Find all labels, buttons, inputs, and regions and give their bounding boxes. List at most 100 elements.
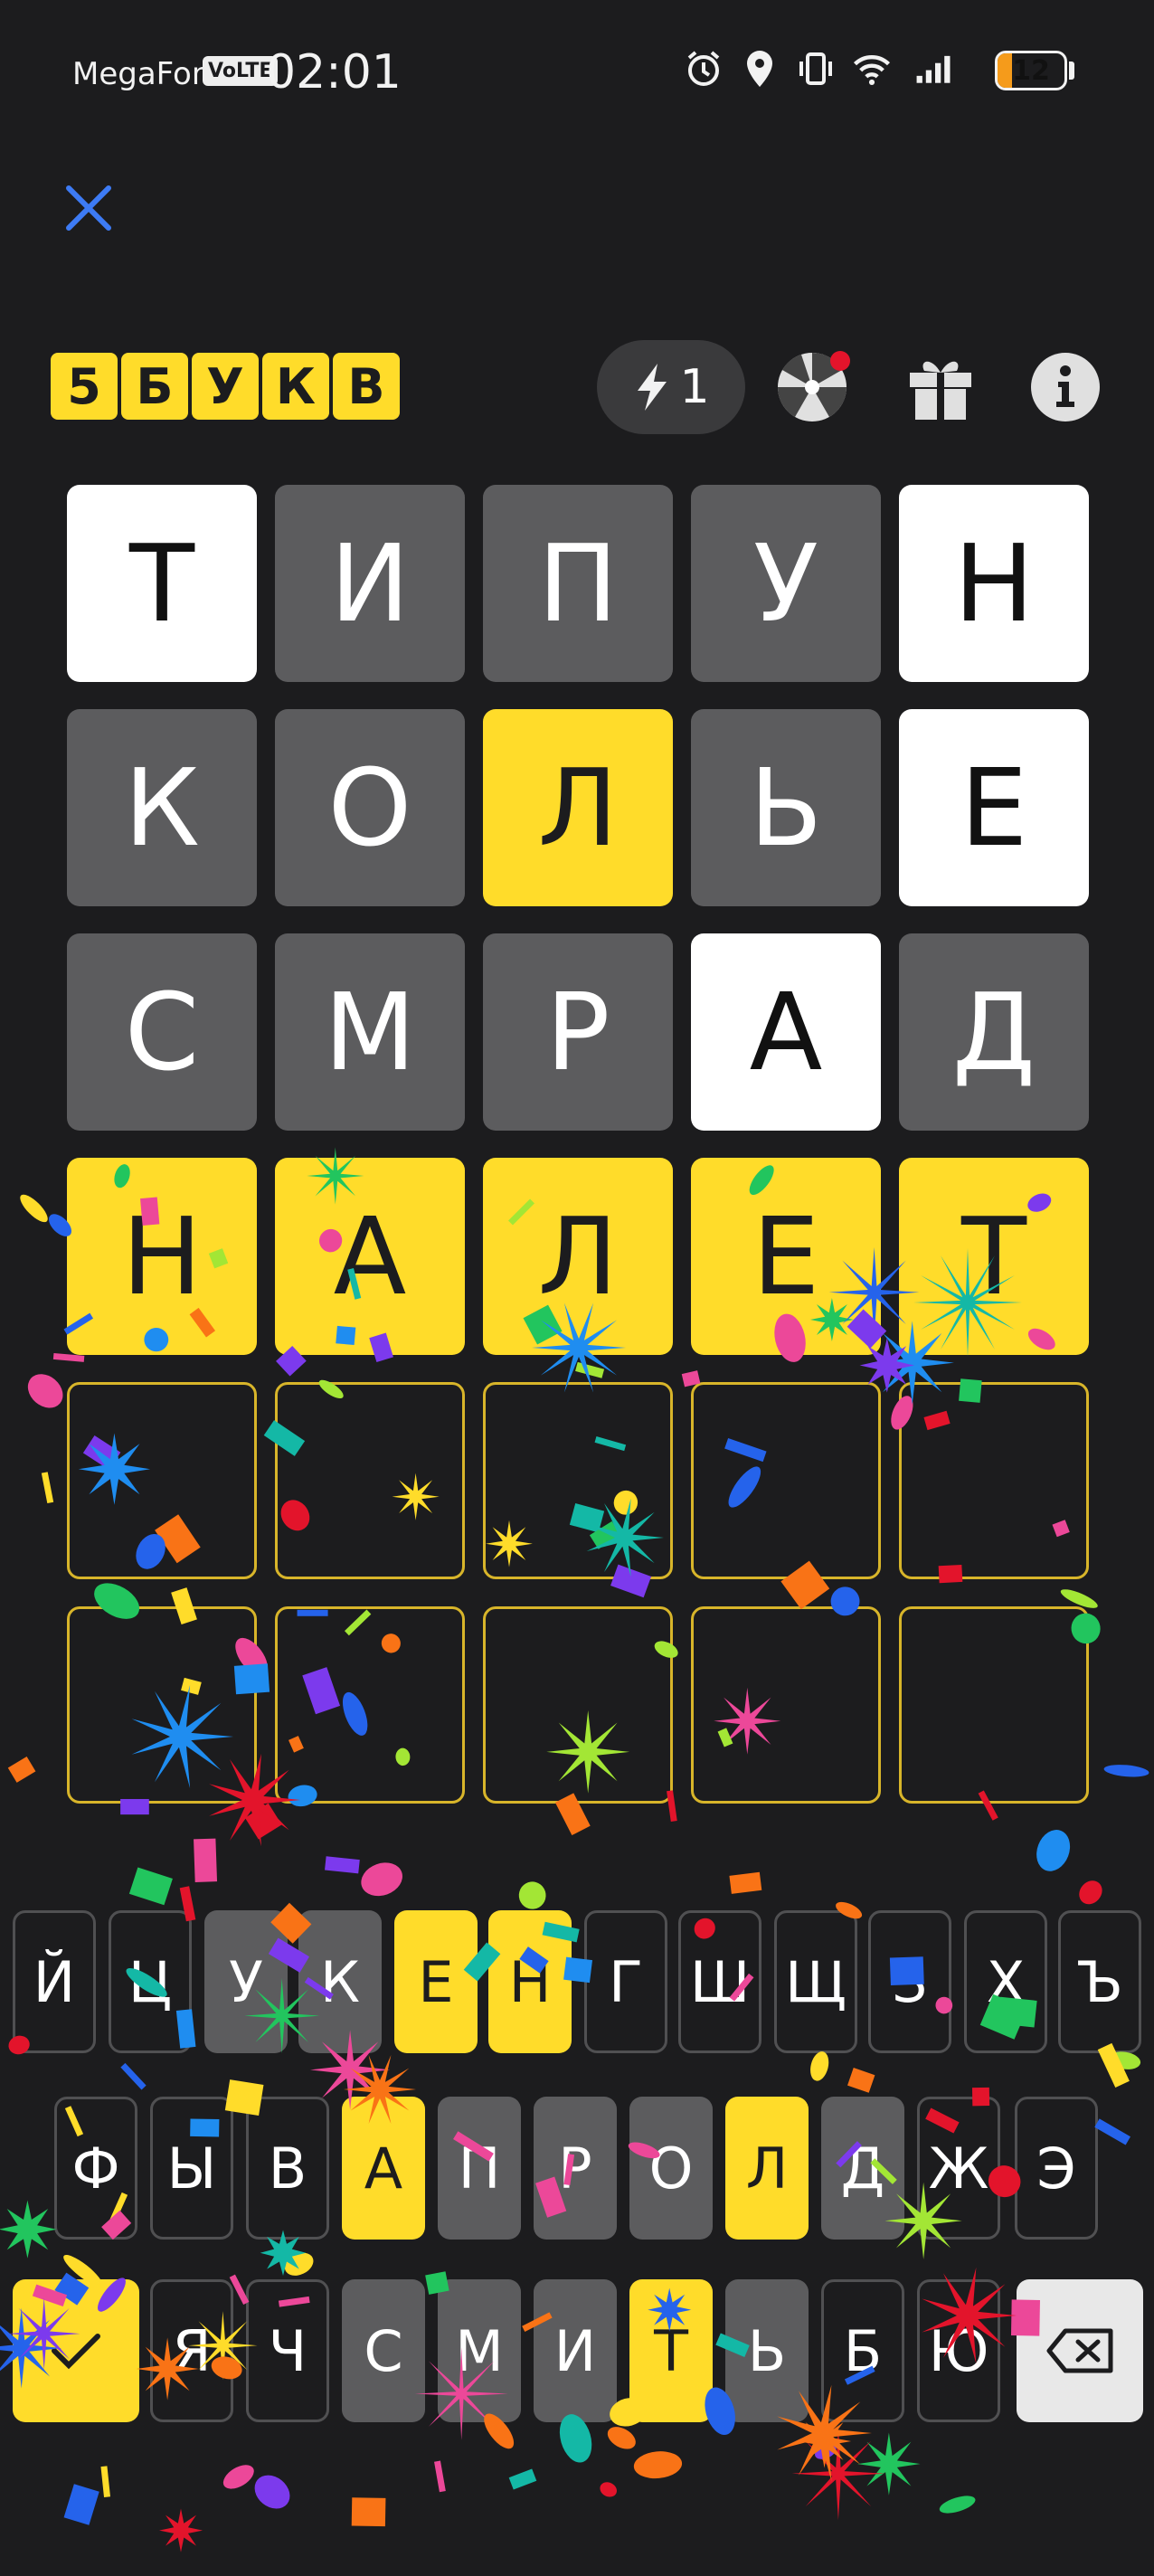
key-щ[interactable]: Щ [774, 1910, 857, 2053]
confetti-piece [1079, 1880, 1102, 1905]
confetti-piece [41, 1472, 54, 1504]
hints-count: 1 [679, 360, 710, 414]
board-cell: К [67, 709, 257, 906]
confetti-piece [222, 2465, 254, 2489]
signal-icon [915, 49, 955, 89]
confetti-piece [27, 1374, 63, 1408]
board-cell: Ь [691, 709, 881, 906]
close-button[interactable] [61, 181, 116, 235]
info-icon [1031, 353, 1100, 421]
location-icon [740, 49, 780, 89]
confetti-piece [847, 2068, 875, 2093]
key-с[interactable]: С [342, 2279, 425, 2422]
key-т[interactable]: Т [629, 2279, 713, 2422]
confetti-piece [63, 2484, 99, 2525]
key-в[interactable]: В [246, 2097, 329, 2240]
board-cell [67, 1382, 257, 1579]
check-icon [52, 2334, 100, 2370]
confetti-piece [254, 2475, 290, 2509]
key-ч[interactable]: Ч [246, 2279, 329, 2422]
battery-indicator: 12 [995, 51, 1067, 90]
board-cell: Т [899, 1158, 1089, 1355]
confetti-piece [361, 1862, 402, 1897]
board-cell: Л [483, 709, 673, 906]
confetti-piece [194, 1838, 218, 1883]
key-р[interactable]: Р [534, 2097, 617, 2240]
confetti-piece [128, 1867, 173, 1906]
status-time: 02:01 [266, 45, 402, 99]
confetti-piece [351, 2497, 386, 2527]
key-ь[interactable]: Ь [725, 2279, 809, 2422]
logo-letter: Б [121, 353, 188, 420]
board-cell [67, 1606, 257, 1804]
board-cell [483, 1382, 673, 1579]
key-к[interactable]: К [298, 1910, 382, 2053]
key-о[interactable]: О [629, 2097, 713, 2240]
board-cell: А [691, 933, 881, 1131]
key-э[interactable]: Э [1015, 2097, 1098, 2240]
board-cell: М [275, 933, 465, 1131]
key-н[interactable]: Н [488, 1910, 572, 2053]
board-cell: Е [899, 709, 1089, 906]
key-п[interactable]: П [438, 2097, 521, 2240]
confetti-piece [100, 2466, 110, 2497]
wheel-button[interactable] [771, 346, 854, 429]
key-б[interactable]: Б [821, 2279, 904, 2422]
gift-button[interactable] [899, 346, 982, 429]
vibrate-icon [796, 49, 836, 89]
confetti-star [159, 2508, 203, 2552]
status-bar: MegaFon VoLTE 02:01 12 [0, 0, 1154, 145]
key-ы[interactable]: Ы [150, 2097, 233, 2240]
enter-key[interactable] [13, 2279, 139, 2422]
battery-level: 12 [1012, 54, 1050, 87]
board-cell: Т [67, 485, 257, 682]
info-button[interactable] [1024, 346, 1107, 429]
key-я[interactable]: Я [150, 2279, 233, 2422]
key-й[interactable]: Й [13, 1910, 96, 2053]
carrier-name: MegaFon [72, 56, 212, 92]
board-cell: Е [691, 1158, 881, 1355]
key-л[interactable]: Л [725, 2097, 809, 2240]
confetti-piece [508, 2468, 537, 2490]
alarm-icon [684, 49, 724, 89]
confetti-piece [939, 2496, 976, 2514]
key-у[interactable]: У [204, 1910, 288, 2053]
confetti-star [797, 2414, 852, 2468]
board-cell: П [483, 485, 673, 682]
key-ш[interactable]: Ш [678, 1910, 761, 2053]
board-cell: А [275, 1158, 465, 1355]
key-ъ[interactable]: Ъ [1058, 1910, 1141, 2053]
confetti-piece [815, 2444, 837, 2459]
hints-button[interactable]: 1 [597, 340, 745, 434]
confetti-piece [575, 1361, 605, 1378]
key-з[interactable]: З [868, 1910, 951, 2053]
key-х[interactable]: Х [964, 1910, 1047, 2053]
wifi-icon [852, 49, 892, 89]
key-ц[interactable]: Ц [109, 1910, 192, 2053]
confetti-star [857, 2432, 921, 2496]
key-ж[interactable]: Ж [917, 2097, 1000, 2240]
key-ю[interactable]: Ю [917, 2279, 1000, 2422]
board-cell: Н [67, 1158, 257, 1355]
logo-letter: В [333, 353, 400, 420]
confetti-star [0, 2200, 57, 2259]
confetti-piece [633, 2451, 683, 2479]
key-а[interactable]: А [342, 2097, 425, 2240]
confetti-piece [600, 2482, 618, 2497]
key-е[interactable]: Е [394, 1910, 478, 2053]
board-cell [275, 1382, 465, 1579]
confetti-piece [1094, 2118, 1131, 2145]
confetti-piece [1036, 1830, 1071, 1871]
key-г[interactable]: Г [584, 1910, 667, 2053]
key-д[interactable]: Д [821, 2097, 904, 2240]
confetti-piece [284, 2252, 314, 2276]
board-cell: О [275, 709, 465, 906]
key-ф[interactable]: Ф [54, 2097, 137, 2240]
backspace-key[interactable] [1017, 2279, 1143, 2422]
key-и[interactable]: И [534, 2279, 617, 2422]
backspace-icon [1046, 2328, 1113, 2373]
key-м[interactable]: М [438, 2279, 521, 2422]
board-cell [275, 1606, 465, 1804]
game-logo: 5БУКВ [51, 353, 400, 420]
notification-dot [830, 351, 850, 371]
